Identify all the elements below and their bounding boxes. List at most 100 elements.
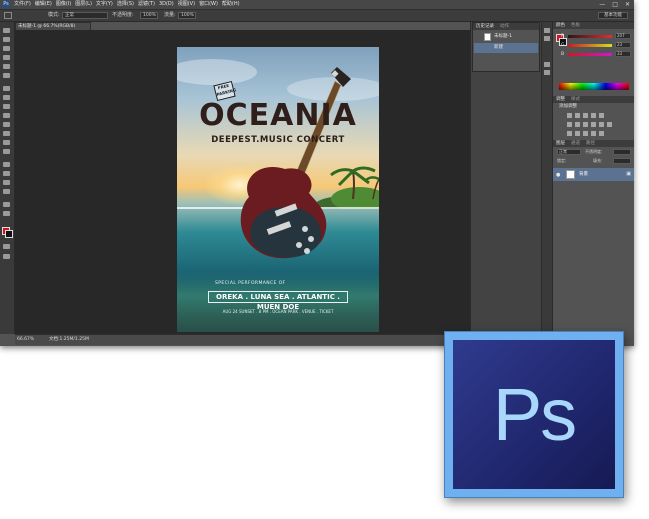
vibrance-icon[interactable]	[599, 113, 604, 118]
adjustment-icons-row-2	[567, 122, 627, 128]
gradient-map-icon[interactable]	[591, 131, 596, 136]
invert-icon[interactable]	[567, 131, 572, 136]
menu-edit[interactable]: 编辑(E)	[35, 0, 52, 9]
quick-mask-icon[interactable]	[3, 244, 10, 249]
history-item-label: 新建	[494, 45, 503, 50]
slider-track[interactable]	[568, 35, 612, 38]
selective-color-icon[interactable]	[599, 131, 604, 136]
photo-filter-icon[interactable]	[591, 122, 596, 127]
tab-styles[interactable]: 样式	[568, 96, 583, 103]
flow-input[interactable]: 100%	[178, 12, 196, 19]
stamp-tool-icon[interactable]	[3, 104, 10, 109]
background-color-swatch[interactable]	[5, 230, 13, 238]
pen-tool-icon[interactable]	[3, 162, 10, 167]
maximize-button[interactable]: □	[612, 0, 618, 9]
channel-value-input[interactable]: 207	[615, 33, 631, 39]
tab-paths[interactable]: 路径	[583, 140, 598, 147]
channel-value-input[interactable]: 23	[615, 42, 631, 48]
blend-mode-select[interactable]: 正常	[557, 149, 581, 155]
menu-select[interactable]: 选择(S)	[117, 0, 134, 9]
tab-layers[interactable]: 图层	[553, 140, 568, 147]
crop-tool-icon[interactable]	[3, 64, 10, 69]
brush-panel-icon[interactable]	[544, 62, 550, 67]
healing-tool-icon[interactable]	[3, 86, 10, 91]
layer-row[interactable]: ● 背景 ▣	[553, 168, 634, 181]
slider-track[interactable]	[568, 44, 612, 47]
hue-saturation-icon[interactable]	[567, 122, 572, 127]
eyedropper-tool-icon[interactable]	[3, 73, 10, 78]
menu-3d[interactable]: 3D(D)	[159, 0, 174, 9]
tab-color[interactable]: 颜色	[553, 22, 568, 29]
quick-select-tool-icon[interactable]	[3, 55, 10, 60]
opacity-input[interactable]: 100%	[140, 12, 158, 19]
marquee-tool-icon[interactable]	[3, 37, 10, 42]
adjustment-icons-row-1	[567, 113, 627, 119]
menu-view[interactable]: 视图(V)	[178, 0, 195, 9]
eraser-tool-icon[interactable]	[3, 122, 10, 127]
color-slider-r[interactable]: R 207	[561, 33, 633, 40]
brush-tool-icon[interactable]	[3, 95, 10, 100]
dodge-tool-icon[interactable]	[3, 149, 10, 154]
type-tool-icon[interactable]	[3, 171, 10, 176]
menu-filter[interactable]: 滤镜(T)	[138, 0, 155, 9]
posterize-icon[interactable]	[575, 131, 580, 136]
tab-adjustments[interactable]: 调整	[553, 96, 568, 103]
slider-track[interactable]	[568, 53, 612, 56]
zoom-tool-icon[interactable]	[3, 211, 10, 216]
clone-source-panel-icon[interactable]	[544, 70, 550, 75]
levels-icon[interactable]	[575, 113, 580, 118]
black-white-icon[interactable]	[583, 122, 588, 127]
color-slider-g[interactable]: G 23	[561, 42, 633, 49]
minimize-button[interactable]: —	[599, 0, 605, 9]
shape-tool-icon[interactable]	[3, 189, 10, 194]
zoom-level[interactable]: 66.67%	[17, 335, 34, 345]
history-item[interactable]: 未标题-1	[474, 32, 538, 42]
mode-select[interactable]: 正常	[62, 12, 108, 19]
hand-tool-icon[interactable]	[3, 202, 10, 207]
workspace-select[interactable]: 基本功能	[598, 12, 628, 19]
channel-mixer-icon[interactable]	[599, 122, 604, 127]
lasso-tool-icon[interactable]	[3, 46, 10, 51]
history-item[interactable]: 新建	[474, 43, 538, 53]
layer-opacity-label: 不透明度:	[585, 149, 603, 154]
brightness-icon[interactable]	[567, 113, 572, 118]
menu-file[interactable]: 文件(F)	[14, 0, 31, 9]
right-panel-dock: 颜色 色板 R 207 G 23 B 33 调整 样式 添加调整 图层 通道 路…	[552, 22, 634, 346]
tab-channels[interactable]: 通道	[568, 140, 583, 147]
path-select-tool-icon[interactable]	[3, 180, 10, 185]
poster-details: AUG 24 SUNSET . 8 PM . OCEAN PARK . VENU…	[222, 309, 334, 314]
menu-window[interactable]: 窗口(W)	[199, 0, 218, 9]
color-balance-icon[interactable]	[575, 122, 580, 127]
screen-mode-icon[interactable]	[3, 254, 10, 259]
menu-layer[interactable]: 图层(L)	[75, 0, 92, 9]
menu-image[interactable]: 图像(I)	[56, 0, 71, 9]
move-tool-icon[interactable]	[3, 28, 10, 33]
photoshop-window: Ps 文件(F) 编辑(E) 图像(I) 图层(L) 文字(Y) 选择(S) 滤…	[0, 0, 634, 346]
curves-icon[interactable]	[583, 113, 588, 118]
brush-tool-icon[interactable]	[4, 12, 12, 19]
document-tab[interactable]: 未标题-1 @ 66.7%(RGB/8)	[15, 22, 91, 30]
color-lookup-icon[interactable]	[607, 122, 612, 127]
channel-value-input[interactable]: 33	[615, 51, 631, 57]
tab-actions[interactable]: 动作	[497, 23, 512, 30]
layer-opacity-input[interactable]	[613, 149, 631, 155]
eye-icon[interactable]: ●	[556, 172, 560, 178]
history-brush-tool-icon[interactable]	[3, 113, 10, 118]
menu-type[interactable]: 文字(Y)	[96, 0, 113, 9]
tab-history[interactable]: 历史记录	[473, 23, 497, 30]
poster-special-line: SPECIAL PERFORMANCE OF	[215, 281, 286, 286]
layer-fill-input[interactable]	[613, 158, 631, 164]
exposure-icon[interactable]	[591, 113, 596, 118]
tab-swatches[interactable]: 色板	[568, 22, 583, 29]
color-spectrum-bar[interactable]	[559, 83, 629, 90]
threshold-icon[interactable]	[583, 131, 588, 136]
color-slider-b[interactable]: B 33	[561, 51, 633, 58]
blur-tool-icon[interactable]	[3, 140, 10, 145]
layer-thumbnail	[566, 170, 575, 179]
close-button[interactable]: ✕	[625, 0, 630, 9]
menu-help[interactable]: 帮助(H)	[222, 0, 240, 9]
actions-panel-icon[interactable]	[544, 36, 550, 41]
lock-label: 锁定:	[557, 158, 567, 163]
history-panel-icon[interactable]	[544, 28, 550, 33]
gradient-tool-icon[interactable]	[3, 131, 10, 136]
